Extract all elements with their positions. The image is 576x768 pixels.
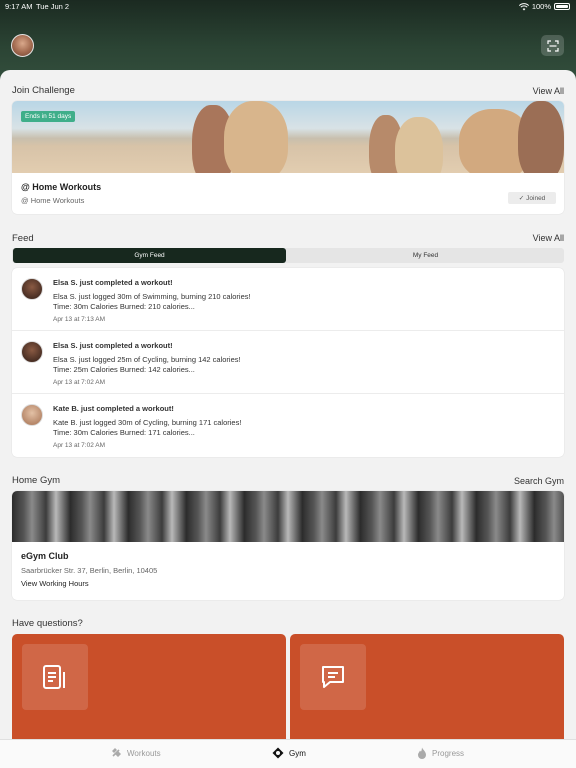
chat-icon <box>300 644 366 710</box>
challenge-name: @ Home Workouts <box>21 182 102 192</box>
view-working-hours-link[interactable]: View Working Hours <box>21 579 89 588</box>
feed-avatar <box>21 278 43 300</box>
section-title-feed: Feed <box>12 233 34 244</box>
feed-item-detail: Elsa S. just logged 30m of Swimming, bur… <box>53 292 251 301</box>
feed-card: Elsa S. just completed a workout! Elsa S… <box>12 268 564 457</box>
battery-percent: 100% <box>531 2 551 11</box>
joined-button[interactable]: ✓ Joined <box>508 192 556 204</box>
user-avatar[interactable] <box>11 34 34 57</box>
challenge-card[interactable]: Ends in 51 days @ Home Workouts @ Home W… <box>12 101 564 214</box>
status-time: 9:17 AM <box>5 2 33 11</box>
joined-label: Joined <box>526 194 546 202</box>
flame-icon <box>418 747 426 759</box>
gym-image <box>12 491 564 542</box>
feed-item-title: Kate B. just completed a workout! <box>53 404 174 413</box>
section-title-questions: Have questions? <box>12 618 83 629</box>
check-icon: ✓ <box>518 195 525 202</box>
section-title-home-gym: Home Gym <box>12 475 61 486</box>
feed-item[interactable]: Elsa S. just completed a workout! Elsa S… <box>12 268 564 331</box>
tab-label: Progress <box>432 748 465 758</box>
feed-item-time: Apr 13 at 7:02 AM <box>53 379 106 386</box>
tab-progress[interactable]: Progress <box>417 747 464 759</box>
status-bar: 9:17 AM Tue Jun 2 100% <box>0 0 576 14</box>
faq-card[interactable] <box>12 634 286 744</box>
feed-item-stats: Time: 25m Calories Burned: 142 calories.… <box>53 365 195 374</box>
challenge-ends-badge: Ends in 51 days <box>21 111 76 122</box>
challenge-subtitle: @ Home Workouts <box>21 196 85 205</box>
gym-icon <box>272 747 284 759</box>
view-all-feed-link[interactable]: View All <box>533 233 564 243</box>
feed-item-detail: Elsa S. just logged 25m of Cycling, burn… <box>53 355 241 364</box>
chat-card[interactable] <box>290 634 564 744</box>
scan-icon <box>546 39 559 52</box>
wifi-icon <box>518 2 529 10</box>
feed-item-title: Elsa S. just completed a workout! <box>53 278 173 287</box>
feed-segmented-control: Gym Feed My Feed <box>12 248 564 263</box>
document-icon <box>22 644 88 710</box>
search-gym-link[interactable]: Search Gym <box>514 476 564 486</box>
tab-label: Workouts <box>127 748 161 758</box>
battery-icon <box>554 3 570 10</box>
feed-item-stats: Time: 30m Calories Burned: 210 calories.… <box>53 302 195 311</box>
tab-my-feed[interactable]: My Feed <box>288 248 563 263</box>
tab-gym[interactable]: Gym <box>272 747 306 759</box>
feed-item-title: Elsa S. just completed a workout! <box>53 341 173 350</box>
gym-address: Saarbrücker Str. 37, Berlin, Berlin, 104… <box>21 566 158 575</box>
feed-avatar <box>21 341 43 363</box>
tab-label: Gym <box>289 748 306 758</box>
gym-name: eGym Club <box>21 551 69 561</box>
section-title-challenge: Join Challenge <box>12 85 75 96</box>
feed-item-time: Apr 13 at 7:13 AM <box>53 316 106 323</box>
feed-item[interactable]: Kate B. just completed a workout! Kate B… <box>12 394 564 457</box>
challenge-image: Ends in 51 days <box>12 101 564 173</box>
feed-item[interactable]: Elsa S. just completed a workout! Elsa S… <box>12 331 564 394</box>
feed-avatar <box>21 404 43 426</box>
dumbbell-icon <box>112 748 121 757</box>
view-all-challenges-link[interactable]: View All <box>533 86 564 96</box>
scan-button[interactable] <box>541 35 564 56</box>
tab-bar: Workouts Gym Progress <box>0 739 576 768</box>
feed-item-time: Apr 13 at 7:02 AM <box>53 442 106 449</box>
status-right: 100% <box>518 2 570 11</box>
feed-item-stats: Time: 30m Calories Burned: 171 calories.… <box>53 428 195 437</box>
tab-workouts[interactable]: Workouts <box>110 747 161 759</box>
feed-item-detail: Kate B. just logged 30m of Cycling, burn… <box>53 418 242 427</box>
home-gym-card[interactable]: eGym Club Saarbrücker Str. 37, Berlin, B… <box>12 491 564 600</box>
status-date: Tue Jun 2 <box>36 2 70 11</box>
tab-gym-feed[interactable]: Gym Feed <box>13 248 286 263</box>
